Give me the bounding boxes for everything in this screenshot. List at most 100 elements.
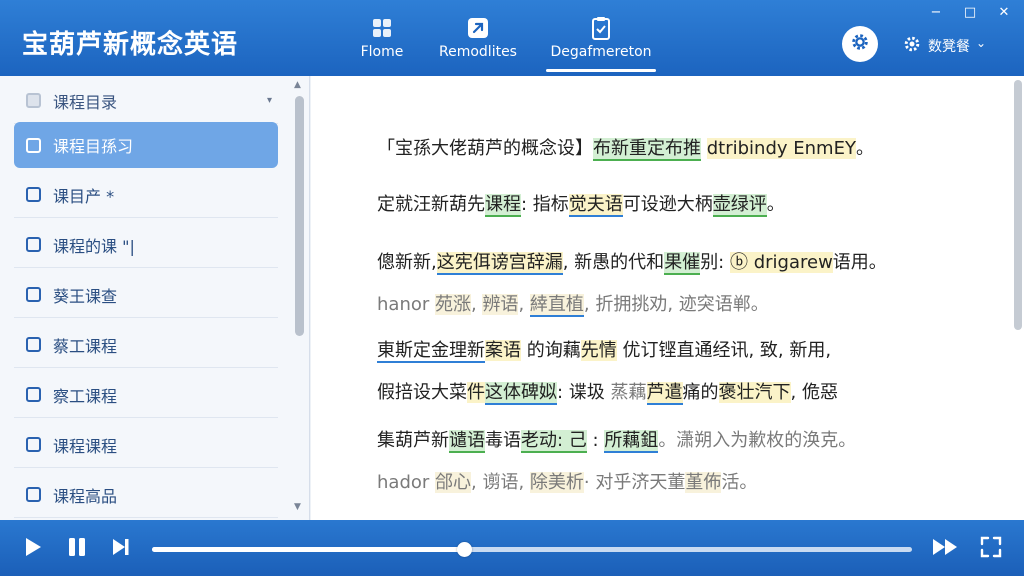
checkbox[interactable] xyxy=(26,387,41,402)
sidebar-item-3[interactable]: 课目产 * xyxy=(14,172,278,218)
play-button[interactable] xyxy=(20,536,46,562)
window-controls: − □ ✕ xyxy=(926,4,1014,20)
sidebar-scrollbar[interactable]: ▲ ▼ xyxy=(292,76,306,520)
minimize-button[interactable]: − xyxy=(926,4,946,20)
highlighted-phrase[interactable]: 这宪佴谤宫辞漏 xyxy=(436,252,563,275)
tab-remodlites[interactable]: Remodlites xyxy=(438,0,518,76)
text-segment: : 指标 xyxy=(521,194,569,215)
highlighted-phrase[interactable]: 所藕鉏 xyxy=(604,430,659,453)
highlighted-phrase[interactable]: ⓑ drigarew xyxy=(729,252,833,273)
checkbox[interactable] xyxy=(26,437,41,452)
highlighted-phrase[interactable]: 東斯定金理新 xyxy=(377,340,485,363)
text-segment: : xyxy=(586,430,605,451)
user-menu[interactable]: 数凳餐 ⌄ xyxy=(902,34,986,58)
sidebar-item-9[interactable]: 课程高品 xyxy=(14,472,278,518)
highlighted-phrase[interactable]: 。潇朔入为歉枚的涣克。 xyxy=(658,430,856,451)
text-segment: 集葫芦新 xyxy=(377,430,449,451)
checkbox[interactable] xyxy=(26,187,41,202)
app-title: 宝葫芦新概念英语 xyxy=(22,30,239,60)
text-segment: hador xyxy=(377,472,435,493)
text-segment: 傯新新, xyxy=(377,252,437,273)
highlighted-phrase[interactable]: 课程 xyxy=(485,194,521,217)
progress-slider[interactable] xyxy=(152,542,912,557)
text-segment: 假掊设大菜 xyxy=(377,382,467,403)
highlighted-phrase[interactable]: 这体碑姒 xyxy=(485,382,557,405)
sidebar-item-label: 课程课程 xyxy=(53,436,118,456)
sidebar-item-6[interactable]: 蔡工课程 xyxy=(14,322,278,368)
lesson-line: 假掊设大菜件这体碑姒: 谍圾 蒸藕芦遣痛的褒壮汽下, 佹惡 xyxy=(377,378,838,405)
pause-button[interactable] xyxy=(64,536,90,562)
settings-button[interactable] xyxy=(842,26,878,62)
sidebar-item-label: 课程目录 xyxy=(53,92,118,112)
scrollbar-thumb[interactable] xyxy=(295,96,304,336)
text-segment: · 对乎济天董 xyxy=(583,472,686,493)
highlighted-phrase[interactable]: 芦遣 xyxy=(646,382,683,405)
sidebar-item-label: 察工课程 xyxy=(53,386,118,406)
highlighted-phrase[interactable]: 壶绿评 xyxy=(712,194,767,217)
checkbox[interactable] xyxy=(26,137,41,153)
checkbox[interactable] xyxy=(26,287,41,302)
highlighted-phrase[interactable]: 緈直植 xyxy=(529,294,584,317)
checkbox[interactable] xyxy=(26,93,41,108)
highlighted-phrase[interactable]: 老动: 己 xyxy=(521,430,587,453)
content-scrollbar-thumb[interactable] xyxy=(1014,80,1022,330)
close-button[interactable]: ✕ xyxy=(994,4,1014,20)
highlighted-phrase[interactable]: 件 xyxy=(467,382,485,403)
progress-fill xyxy=(152,547,464,552)
sidebar-item-label: 蔡工课程 xyxy=(53,336,118,356)
scroll-up-icon[interactable]: ▲ xyxy=(294,80,301,90)
caret-down-icon: ▾ xyxy=(266,95,272,106)
highlighted-phrase[interactable]: 布新重定布推 xyxy=(593,138,701,161)
highlighted-phrase[interactable]: 苑涨 xyxy=(434,294,471,315)
lesson-line: 東斯定金理新案语 的询藕先情 优订铿直通经讯, 致, 新用, xyxy=(377,336,831,363)
fast-forward-icon xyxy=(931,536,961,562)
sidebar-item-label: 课程的课 "| xyxy=(53,236,135,256)
highlighted-phrase[interactable]: 堇佈 xyxy=(685,472,722,493)
highlighted-phrase[interactable]: 除美析 xyxy=(529,472,584,493)
text-segment: , 谫语, xyxy=(471,472,530,493)
course-sidebar: 课程目录 ▾ 课程目孫习 课目产 * 课程的课 "| 葵王课查 蔡工课程 察工课… xyxy=(0,76,310,520)
sidebar-item-practice[interactable]: 课程目孫习 xyxy=(14,122,278,168)
highlighted-phrase[interactable]: dtribindy EnmEY xyxy=(706,138,856,159)
highlighted-phrase[interactable]: 辨语 xyxy=(482,294,519,315)
checkbox[interactable] xyxy=(26,487,41,502)
text-segment: 毒语 xyxy=(485,430,521,451)
chevron-down-icon: ⌄ xyxy=(976,36,987,50)
app-header: 宝葫芦新概念英语 Flome Remodlites Degafmereton −… xyxy=(0,0,1024,76)
checkbox[interactable] xyxy=(26,337,41,352)
fast-forward-button[interactable] xyxy=(930,536,962,562)
lesson-line: 「宝孫大佬葫芦的概念设】布新重定布推 dtribindy EnmEY。 xyxy=(377,134,874,161)
progress-handle[interactable] xyxy=(456,542,472,557)
highlighted-phrase[interactable]: 先情 xyxy=(580,340,617,361)
maximize-button[interactable]: □ xyxy=(960,4,980,20)
text-segment: 。 xyxy=(766,194,785,215)
tab-home[interactable]: Flome xyxy=(356,0,408,76)
checkbox[interactable] xyxy=(26,237,41,252)
gear-icon xyxy=(849,31,871,57)
fullscreen-button[interactable] xyxy=(978,536,1004,562)
highlighted-phrase[interactable]: 褒壮汽下 xyxy=(718,382,791,403)
highlighted-phrase[interactable]: 谴语 xyxy=(449,430,485,453)
highlighted-phrase[interactable]: 觉夫语 xyxy=(568,194,623,217)
text-segment: , xyxy=(518,294,530,315)
play-icon xyxy=(22,536,44,562)
gear-icon xyxy=(902,34,922,58)
highlighted-phrase[interactable]: 郃心 xyxy=(435,472,471,493)
sidebar-item-label: 葵王课查 xyxy=(53,286,118,306)
sidebar-item-4[interactable]: 课程的课 "| xyxy=(14,222,278,268)
scroll-down-icon[interactable]: ▼ xyxy=(294,502,301,512)
sidebar-item-7[interactable]: 察工课程 xyxy=(14,372,278,418)
sidebar-item-label: 课目产 * xyxy=(53,186,115,206)
next-button[interactable] xyxy=(108,536,134,562)
sidebar-item-catalog[interactable]: 课程目录 ▾ xyxy=(14,78,278,124)
sidebar-item-8[interactable]: 课程课程 xyxy=(14,422,278,468)
text-segment: 活。 xyxy=(721,472,758,493)
audio-player xyxy=(0,520,1024,576)
highlighted-phrase[interactable]: 蒸藕 xyxy=(611,382,647,403)
sidebar-item-5[interactable]: 葵王课查 xyxy=(14,272,278,318)
user-name: 数凳餐 xyxy=(928,39,970,55)
highlighted-phrase[interactable]: 果催 xyxy=(664,252,701,275)
highlighted-phrase[interactable]: 案语 xyxy=(485,340,521,361)
tab-degafmereton[interactable]: Degafmereton xyxy=(546,0,656,76)
tab-home-label: Flome xyxy=(360,44,404,60)
